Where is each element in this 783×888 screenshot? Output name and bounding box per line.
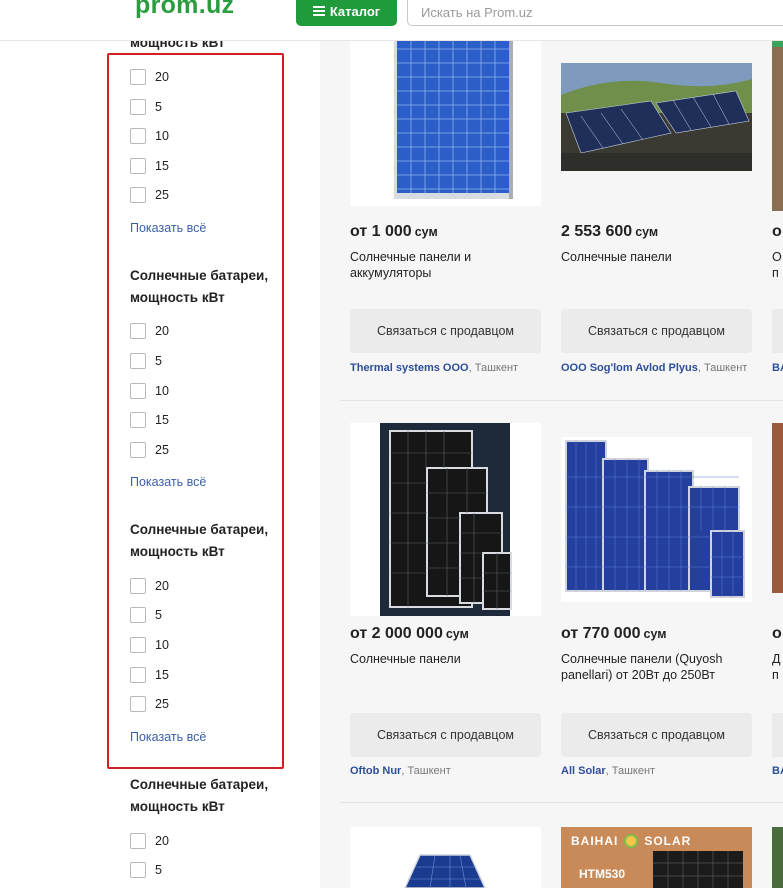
site-header: prom.uz Каталог Искать на Prom.uz: [0, 0, 783, 41]
filter-group-title: Солнечные батареи, мощность кВт: [130, 777, 269, 814]
product-card-partial[interactable]: о Дп BA: [772, 423, 783, 783]
product-card-partial[interactable]: [772, 827, 783, 888]
product-price: от 2 000 000 сум: [350, 625, 469, 642]
product-image[interactable]: [772, 423, 783, 593]
catalog-button-label: Каталог: [329, 3, 381, 19]
seller-link[interactable]: All Solar: [561, 765, 606, 777]
product-image[interactable]: [561, 63, 752, 171]
product-title[interactable]: Солнечные панели и аккумуляторы: [350, 249, 541, 281]
banner-model: HTM530: [579, 867, 626, 881]
seller-link[interactable]: Oftob Nur: [350, 765, 401, 777]
seller-info: Oftob Nur, Ташкент: [350, 765, 451, 777]
seller-link[interactable]: Thermal systems OOO: [350, 362, 469, 374]
product-title[interactable]: Солнечные панели (Quyosh panellari) от 2…: [561, 651, 752, 683]
product-title[interactable]: Солнечные панели: [561, 249, 752, 265]
product-card[interactable]: 2 553 600 сум Солнечные панели Связаться …: [561, 41, 752, 381]
product-card[interactable]: BAIHAI SOLAR HTM530: [561, 827, 752, 888]
sun-logo-icon: [624, 834, 639, 848]
highlight-box: [107, 53, 284, 769]
menu-icon: [312, 6, 325, 16]
search-placeholder: Искать на Prom.uz: [421, 5, 533, 20]
seller-info: Thermal systems OOO, Ташкент: [350, 362, 519, 374]
product-price: от 770 000 сум: [561, 625, 667, 642]
seller-info: OOO Sog'lom Avlod Plyus, Ташкент: [561, 362, 748, 374]
contact-seller-button[interactable]: Связаться с продавцом: [561, 713, 752, 757]
product-price: 2 553 600 сум: [561, 223, 659, 240]
badge-icon: [772, 41, 783, 47]
contact-seller-button[interactable]: [772, 713, 783, 757]
product-image[interactable]: [350, 423, 541, 616]
product-card[interactable]: от 770 000 сум Солнечные панели (Quyosh p…: [561, 423, 752, 777]
product-card[interactable]: [350, 827, 541, 888]
catalog-button[interactable]: Каталог: [296, 0, 397, 26]
panel-graphic: [653, 851, 743, 888]
product-image[interactable]: [772, 41, 783, 211]
product-card[interactable]: от 2 000 000 сум Солнечные панели Связать…: [350, 423, 541, 777]
filter-option[interactable]: 20: [130, 831, 169, 851]
filter-option[interactable]: 5: [130, 860, 162, 880]
contact-seller-button[interactable]: Связаться с продавцом: [350, 309, 541, 353]
row-divider: [340, 400, 783, 401]
product-image[interactable]: BAIHAI SOLAR HTM530: [561, 827, 752, 888]
search-input[interactable]: Искать на Prom.uz: [407, 0, 783, 26]
contact-seller-button[interactable]: Связаться с продавцом: [561, 309, 752, 353]
product-image[interactable]: [350, 827, 541, 888]
seller-link[interactable]: OOO Sog'lom Avlod Plyus: [561, 362, 698, 374]
checkbox[interactable]: [130, 862, 146, 878]
product-card[interactable]: от 1 000 сум Солнечные панели и аккумулят…: [350, 41, 541, 381]
seller-info: All Solar, Ташкент: [561, 765, 656, 777]
product-card-partial[interactable]: о Оп BA: [772, 41, 783, 381]
product-image[interactable]: [350, 41, 541, 206]
checkbox[interactable]: [130, 833, 146, 849]
contact-seller-button[interactable]: Связаться с продавцом: [350, 713, 541, 757]
filter-sidebar: мощность кВт 20 5 10 15 25 Показать всё …: [0, 41, 320, 888]
contact-seller-button[interactable]: [772, 309, 783, 353]
product-image[interactable]: [561, 437, 752, 602]
product-title[interactable]: Солнечные панели: [350, 651, 541, 667]
product-price: от 1 000 сум: [350, 223, 438, 240]
row-divider: [340, 802, 783, 803]
product-grid: от 1 000 сум Солнечные панели и аккумулят…: [320, 41, 783, 888]
site-logo[interactable]: prom.uz: [135, 0, 234, 20]
banner-brand: BAIHAI SOLAR: [571, 834, 692, 848]
